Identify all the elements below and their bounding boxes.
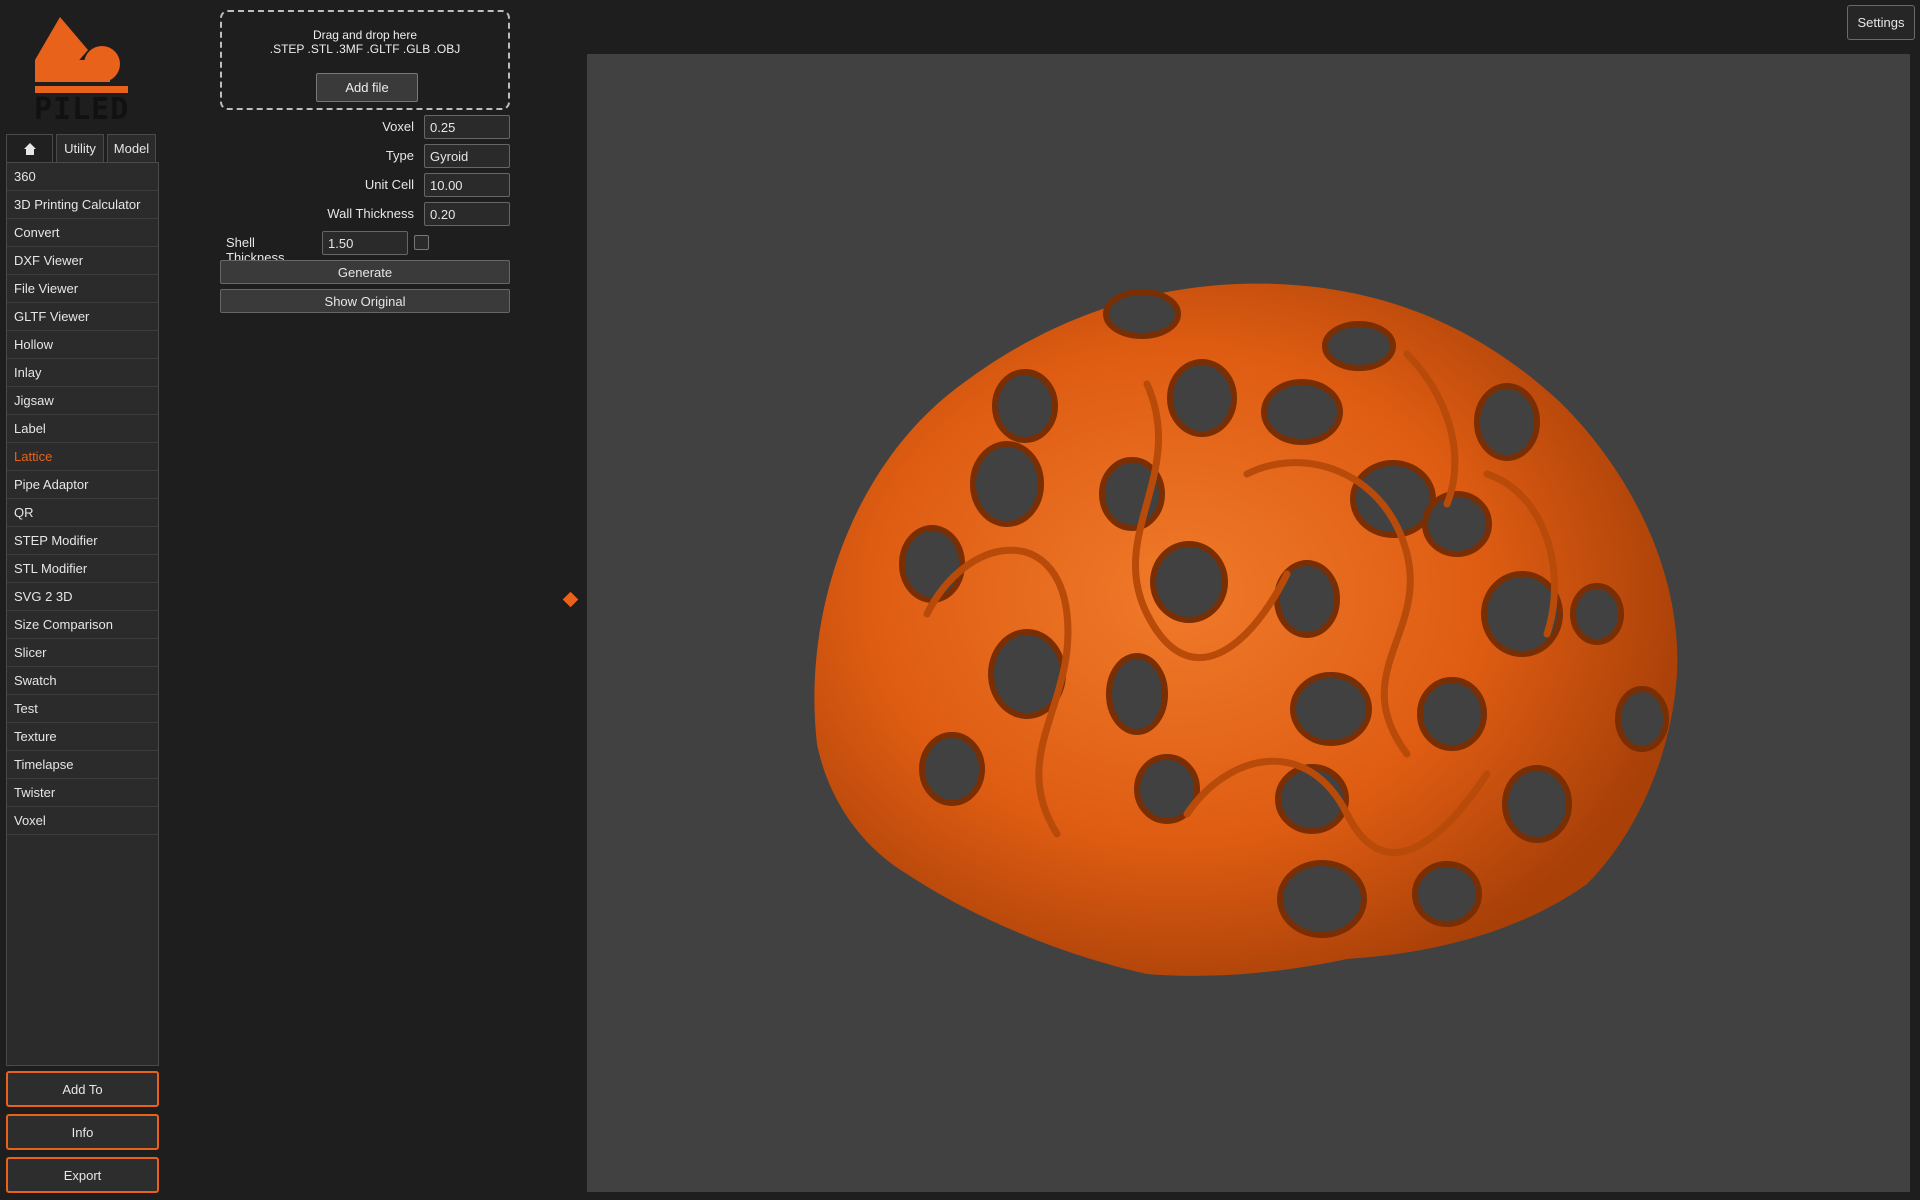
tool-item-slicer[interactable]: Slicer — [7, 639, 158, 667]
tab-utility[interactable]: Utility — [56, 134, 104, 162]
voxel-label: Voxel — [382, 119, 414, 134]
shell-enable-checkbox[interactable] — [414, 235, 429, 250]
tool-item-label[interactable]: Label — [7, 415, 158, 443]
tool-item-step-modifier[interactable]: STEP Modifier — [7, 527, 158, 555]
tool-item-lattice[interactable]: Lattice — [7, 443, 158, 471]
tool-item-convert[interactable]: Convert — [7, 219, 158, 247]
tool-item-test[interactable]: Test — [7, 695, 158, 723]
home-icon — [23, 142, 36, 155]
tool-item-360[interactable]: 360 — [7, 163, 158, 191]
tool-item-inlay[interactable]: Inlay — [7, 359, 158, 387]
show-original-button[interactable]: Show Original — [220, 289, 510, 313]
tab-home[interactable] — [6, 134, 53, 162]
tab-model[interactable]: Model — [107, 134, 156, 162]
tool-item-texture[interactable]: Texture — [7, 723, 158, 751]
tool-item-svg-2-3d[interactable]: SVG 2 3D — [7, 583, 158, 611]
tool-item-swatch[interactable]: Swatch — [7, 667, 158, 695]
tool-item-gltf-viewer[interactable]: GLTF Viewer — [7, 303, 158, 331]
panel-splitter-handle[interactable] — [562, 591, 579, 608]
voxel-input[interactable]: 0.25 — [424, 115, 510, 139]
tool-list: 360 3D Printing Calculator Convert DXF View… — [6, 162, 159, 1066]
dropzone-formats: .STEP .STL .3MF .GLTF .GLB .OBJ — [269, 42, 461, 56]
tool-item-hollow[interactable]: Hollow — [7, 331, 158, 359]
tool-item-qr[interactable]: QR — [7, 499, 158, 527]
gyroid-lattice-model — [814, 283, 1678, 976]
tool-item-size-comparison[interactable]: Size Comparison — [7, 611, 158, 639]
file-dropzone[interactable]: Drag and drop here .STEP .STL .3MF .GLTF… — [220, 10, 510, 110]
unit-cell-input[interactable]: 10.00 — [424, 173, 510, 197]
tool-item-voxel[interactable]: Voxel — [7, 807, 158, 835]
logo-text: PILED — [34, 92, 130, 127]
tool-item-3d-printing-calculator[interactable]: 3D Printing Calculator — [7, 191, 158, 219]
tool-item-pipe-adaptor[interactable]: Pipe Adaptor — [7, 471, 158, 499]
shell-thickness-input[interactable]: 1.50 — [322, 231, 408, 255]
add-to-button[interactable]: Add To — [6, 1071, 159, 1107]
dropzone-title: Drag and drop here — [312, 28, 418, 42]
info-button[interactable]: Info — [6, 1114, 159, 1150]
wall-thickness-input[interactable]: 0.20 — [424, 202, 510, 226]
3d-viewport[interactable] — [587, 54, 1910, 1192]
generate-button[interactable]: Generate — [220, 260, 510, 284]
unit-cell-label: Unit Cell — [364, 177, 414, 192]
tool-item-file-viewer[interactable]: File Viewer — [7, 275, 158, 303]
settings-button[interactable]: Settings — [1847, 5, 1915, 40]
add-file-button[interactable]: Add file — [316, 73, 418, 102]
export-button[interactable]: Export — [6, 1157, 159, 1193]
wall-thickness-label: Wall Thickness — [327, 206, 414, 221]
tool-item-timelapse[interactable]: Timelapse — [7, 751, 158, 779]
tool-item-twister[interactable]: Twister — [7, 779, 158, 807]
tool-item-dxf-viewer[interactable]: DXF Viewer — [7, 247, 158, 275]
tool-item-jigsaw[interactable]: Jigsaw — [7, 387, 158, 415]
type-label: Type — [385, 148, 414, 163]
type-select[interactable]: Gyroid — [424, 144, 510, 168]
tool-item-stl-modifier[interactable]: STL Modifier — [7, 555, 158, 583]
